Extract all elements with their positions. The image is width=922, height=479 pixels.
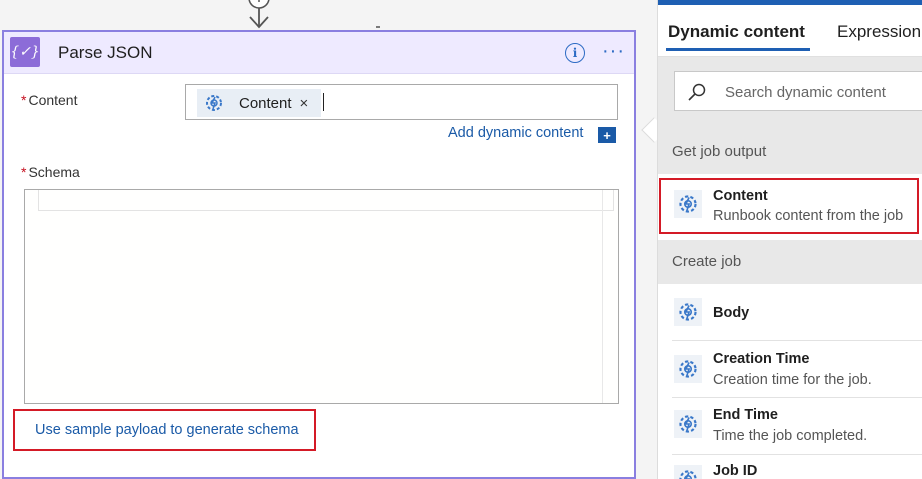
automation-gear-icon xyxy=(674,465,702,479)
schema-editor[interactable] xyxy=(24,189,619,404)
dynamic-item-creation-time[interactable]: Creation Time Creation time for the job. xyxy=(658,341,922,397)
group-header-create-job: Create job xyxy=(658,240,922,284)
card-header[interactable]: {✓} Parse JSON i ··· xyxy=(4,32,634,74)
content-field-label: * Content xyxy=(21,92,78,108)
dynamic-item-job-id[interactable]: Job ID xyxy=(658,455,922,479)
dynamic-item-title: End Time xyxy=(713,407,778,423)
schema-scrollbar[interactable] xyxy=(602,190,618,403)
content-token-label: Content xyxy=(239,94,292,112)
card-title: Parse JSON xyxy=(58,43,153,62)
search-box[interactable] xyxy=(674,71,922,111)
pane-top-bar xyxy=(658,0,922,5)
group-title: Create job xyxy=(672,253,742,270)
remove-token-icon[interactable]: × xyxy=(300,95,309,112)
dynamic-content-pane: Dynamic content Expression Get job outpu… xyxy=(657,0,922,479)
highlight-box-content-item xyxy=(659,178,919,234)
content-input[interactable]: Content × xyxy=(185,84,618,120)
automation-gear-icon xyxy=(674,355,702,383)
flow-connector-arrow-icon xyxy=(248,0,270,29)
dynamic-item-body[interactable]: Body xyxy=(658,284,922,340)
tab-expression[interactable]: Expression xyxy=(837,22,921,42)
schema-field-label: * Schema xyxy=(21,164,80,180)
dynamic-item-title: Creation Time xyxy=(713,351,810,367)
automation-gear-icon xyxy=(206,95,222,111)
search-area xyxy=(658,57,922,130)
search-icon xyxy=(688,83,706,101)
more-options-icon[interactable]: ··· xyxy=(602,41,625,61)
panel-divider xyxy=(637,0,657,479)
automation-gear-icon xyxy=(674,410,702,438)
group-header-get-job-output: Get job output xyxy=(658,130,922,174)
active-tab-indicator xyxy=(666,48,810,51)
content-label-text: Content xyxy=(28,92,78,108)
schema-current-line xyxy=(38,190,614,211)
highlight-box-sample-payload xyxy=(13,409,316,451)
connector-dash xyxy=(376,26,380,28)
add-dynamic-content-button[interactable]: + xyxy=(598,127,616,143)
info-icon[interactable]: i xyxy=(565,43,585,63)
content-token[interactable]: Content × xyxy=(197,89,321,117)
dynamic-item-title: Body xyxy=(713,305,750,321)
tab-dynamic-content[interactable]: Dynamic content xyxy=(668,22,805,42)
text-caret xyxy=(323,93,324,111)
dynamic-item-description: Time the job completed. xyxy=(713,428,868,444)
automation-gear-icon xyxy=(674,298,702,326)
dynamic-item-title: Job ID xyxy=(713,463,758,479)
search-input[interactable] xyxy=(723,81,922,103)
parse-json-icon: {✓} xyxy=(10,37,40,67)
add-dynamic-content-link[interactable]: Add dynamic content xyxy=(448,125,583,141)
group-title: Get job output xyxy=(672,143,767,160)
schema-label-text: Schema xyxy=(28,164,80,180)
dynamic-item-description: Creation time for the job. xyxy=(713,372,872,388)
dynamic-item-end-time[interactable]: End Time Time the job completed. xyxy=(658,398,922,454)
